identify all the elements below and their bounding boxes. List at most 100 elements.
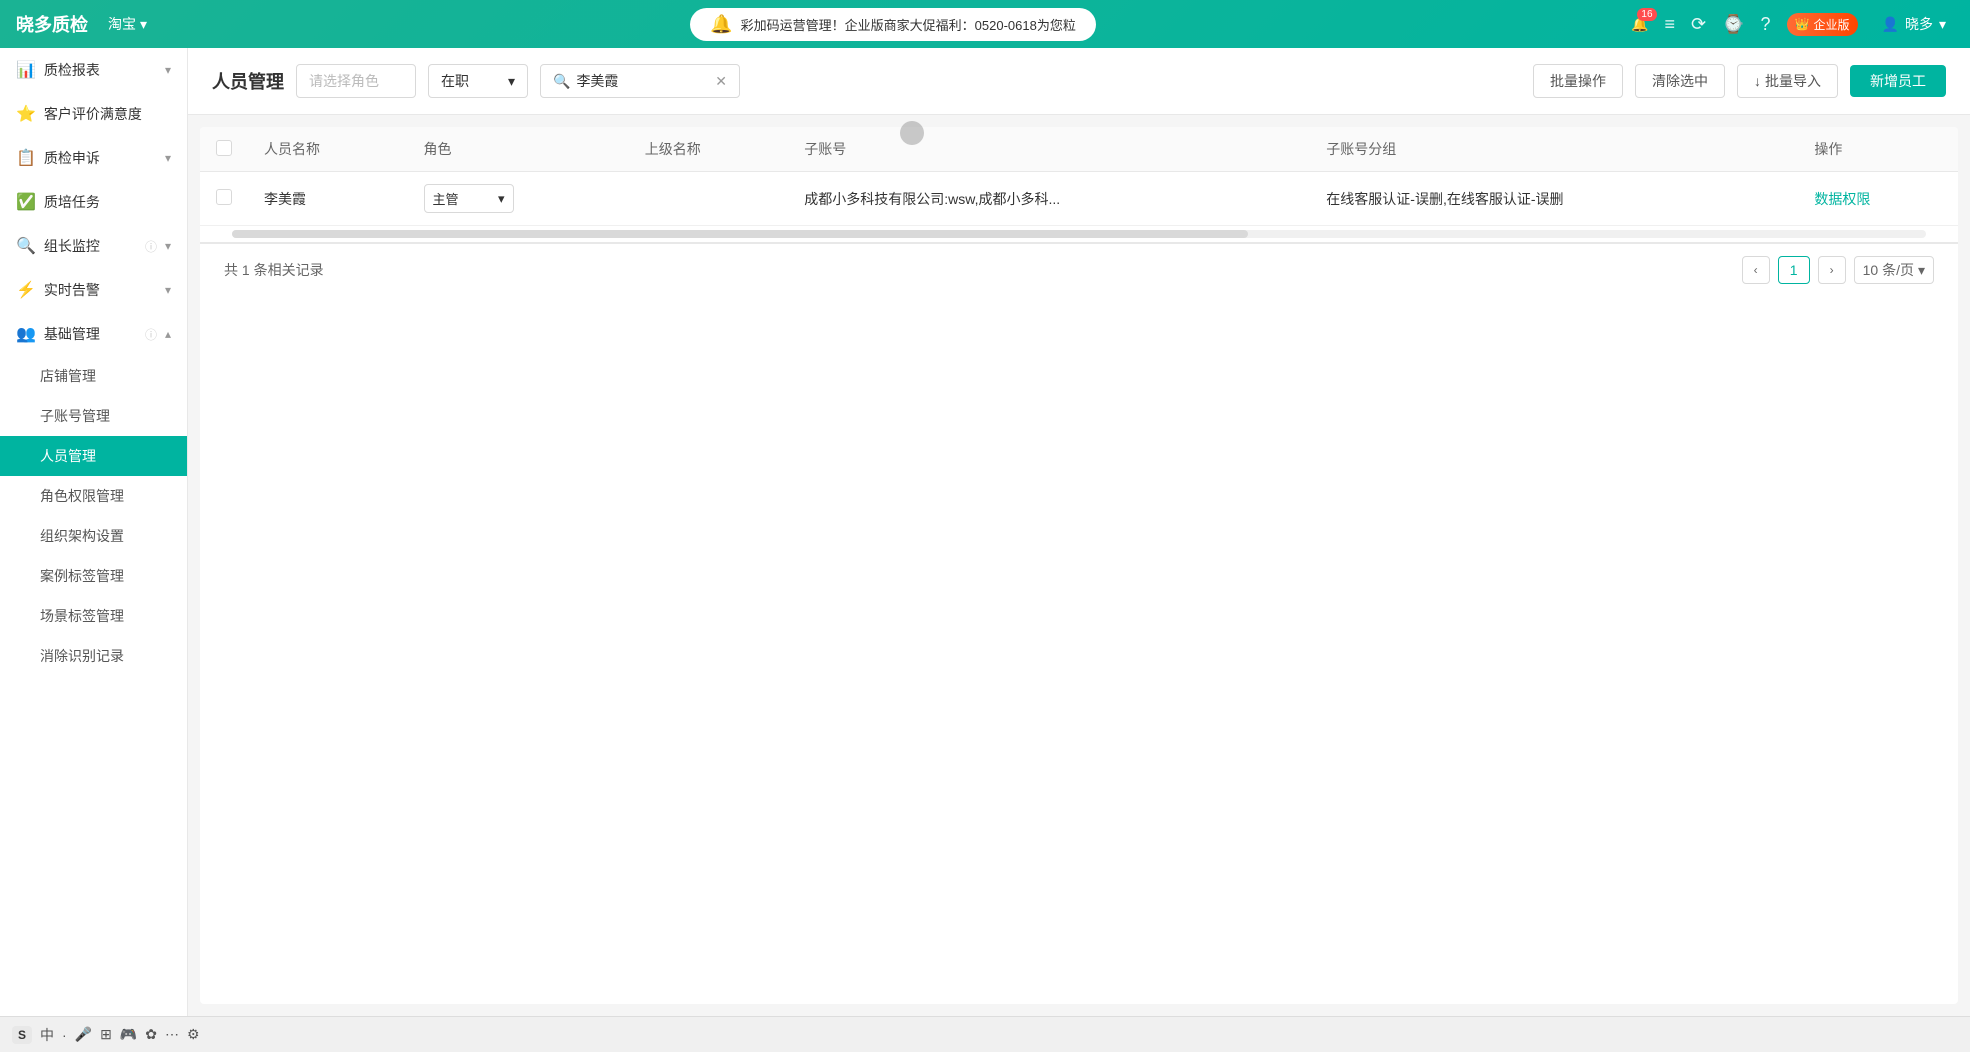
search-clear-icon[interactable]: ✕ — [715, 73, 727, 90]
sidebar-sub-org-structure[interactable]: 组织架构设置 — [0, 516, 187, 556]
th-role: 角色 — [408, 127, 629, 172]
nav-taobao[interactable]: 淘宝 ▾ — [100, 10, 155, 38]
sidebar-item-training-task[interactable]: ✅ 质培任务 — [0, 180, 187, 224]
sub-account-group-value: 在线客服认证-误删,在线客服认证-误删 — [1326, 191, 1563, 207]
enterprise-icon: 👑 — [1795, 17, 1810, 31]
batch-import-button[interactable]: ↓ 批量导入 — [1737, 64, 1838, 98]
role-filter-placeholder: 请选择角色 — [309, 73, 379, 89]
nav-taobao-label: 淘宝 — [108, 14, 136, 34]
search-icon: 🔍 — [553, 73, 570, 90]
ime-icon-mic[interactable]: 🎤 — [75, 1026, 92, 1043]
content-area: 人员管理 请选择角色 在职 ▾ 🔍 李美霞 ✕ 批量操作 清除选中 ↓ 批量导入… — [188, 48, 1970, 1016]
batch-operation-button[interactable]: 批量操作 — [1533, 64, 1623, 98]
next-page-button[interactable]: › — [1818, 256, 1846, 284]
th-sub-account-group: 子账号分组 — [1310, 127, 1798, 172]
sidebar-sub-scene-tags[interactable]: 场景标签管理 — [0, 596, 187, 636]
horizontal-scrollbar[interactable] — [232, 230, 1926, 238]
quality-report-arrow: ▾ — [165, 63, 171, 77]
topbar: 晓多质检 淘宝 ▾ 🔔 彩加码运营管理！企业版商家大促福利：0520-0618为… — [0, 0, 1970, 48]
sidebar-item-training-task-label: 质培任务 — [44, 192, 171, 212]
row-name: 李美霞 — [248, 172, 408, 226]
notification-count: 16 — [1637, 8, 1656, 21]
user-area[interactable]: 👤 晓多 ▾ — [1874, 10, 1954, 38]
sidebar-item-group-monitor-label: 组长监控 — [44, 236, 133, 256]
sidebar-item-realtime-alert[interactable]: ⚡ 实时告警 ▾ — [0, 268, 187, 312]
sidebar-sub-shop-mgmt-label: 店铺管理 — [40, 368, 96, 384]
sidebar-sub-staff-mgmt[interactable]: 人员管理 — [0, 436, 187, 476]
search-box[interactable]: 🔍 李美霞 ✕ — [540, 64, 740, 98]
enterprise-label: 企业版 — [1814, 16, 1850, 33]
sidebar-sub-role-permission-label: 角色权限管理 — [40, 488, 124, 504]
nav-taobao-arrow: ▾ — [140, 16, 147, 33]
row-role: 主管 ▾ — [408, 172, 629, 226]
app-logo: 晓多质检 — [16, 11, 88, 37]
sidebar-item-basic-mgmt-label: 基础管理 — [44, 324, 133, 344]
ime-icon-zh[interactable]: 中 — [40, 1025, 54, 1045]
help-icon[interactable]: ? — [1761, 14, 1771, 35]
refresh-icon[interactable]: ⟳ — [1691, 14, 1706, 35]
prev-page-button[interactable]: ‹ — [1742, 256, 1770, 284]
promo-banner[interactable]: 🔔 彩加码运营管理！企业版商家大促福利：0520-0618为您粒 — [690, 8, 1096, 41]
group-monitor-info-icon: ⓘ — [145, 238, 157, 255]
menu-icon[interactable]: ≡ — [1665, 14, 1676, 35]
scroll-thumb — [232, 230, 1248, 238]
sidebar-sub-staff-mgmt-label: 人员管理 — [40, 448, 96, 464]
topbar-actions: 🔔 16 ≡ ⟳ ⌚ ? 👑 企业版 👤 晓多 ▾ — [1631, 10, 1954, 38]
pagination-area: 共 1 条相关记录 ‹ 1 › 10 条/页 ▾ — [200, 243, 1958, 296]
history-icon[interactable]: ⌚ — [1722, 14, 1744, 35]
sidebar-sub-silent-recognition[interactable]: 消除识别记录 — [0, 636, 187, 676]
sub-account-value: 成都小多科技有限公司:wsw,成都小多科... — [804, 191, 1060, 207]
sidebar-item-customer-satisfaction[interactable]: ⭐ 客户评价满意度 — [0, 92, 187, 136]
sidebar-sub-case-tags[interactable]: 案例标签管理 — [0, 556, 187, 596]
sidebar-sub-sub-account[interactable]: 子账号管理 — [0, 396, 187, 436]
role-select-dropdown[interactable]: 主管 ▾ — [424, 184, 514, 213]
sidebar-item-group-monitor[interactable]: 🔍 组长监控 ⓘ ▾ — [0, 224, 187, 268]
header-checkbox[interactable] — [216, 140, 232, 156]
sidebar-item-quality-complaint[interactable]: 📋 质检申诉 ▾ — [0, 136, 187, 180]
th-sub-account: 子账号 — [788, 127, 1310, 172]
customer-satisfaction-icon: ⭐ — [16, 104, 36, 124]
notification-bell[interactable]: 🔔 16 — [1631, 16, 1648, 33]
training-task-icon: ✅ — [16, 192, 36, 212]
table-scroll[interactable]: 人员名称 角色 上级名称 子账号 — [200, 127, 1958, 243]
sidebar-item-customer-satisfaction-label: 客户评价满意度 — [44, 104, 171, 124]
table-area: 人员名称 角色 上级名称 子账号 — [200, 127, 1958, 1004]
per-page-selector[interactable]: 10 条/页 ▾ — [1854, 256, 1934, 284]
status-filter-arrow: ▾ — [508, 73, 515, 90]
ime-icon-star[interactable]: ✿ — [145, 1026, 157, 1043]
group-monitor-arrow: ▾ — [165, 239, 171, 253]
role-filter[interactable]: 请选择角色 — [296, 64, 416, 98]
current-page-input[interactable]: 1 — [1778, 256, 1810, 284]
sidebar-sub-role-permission[interactable]: 角色权限管理 — [0, 476, 187, 516]
user-name: 晓多 — [1905, 14, 1933, 34]
ime-icon-settings[interactable]: ⚙ — [187, 1026, 200, 1043]
staff-name: 李美霞 — [264, 191, 306, 207]
sidebar-item-quality-report[interactable]: 📊 质检报表 ▾ — [0, 48, 187, 92]
sidebar-sub-org-structure-label: 组织架构设置 — [40, 528, 124, 544]
import-arrow-icon: ↓ — [1754, 73, 1761, 89]
per-page-arrow: ▾ — [1918, 262, 1925, 279]
th-superior-label: 上级名称 — [645, 141, 701, 157]
ime-icon-game[interactable]: 🎮 — [120, 1026, 137, 1043]
ime-icon-grid[interactable]: ⊞ — [100, 1026, 112, 1043]
per-page-value: 10 条/页 — [1863, 260, 1914, 280]
sidebar-sub-case-tags-label: 案例标签管理 — [40, 568, 124, 584]
promo-icon: 🔔 — [710, 14, 732, 35]
staff-table: 人员名称 角色 上级名称 子账号 — [200, 127, 1958, 226]
enterprise-badge[interactable]: 👑 企业版 — [1787, 13, 1858, 36]
sidebar-sub-scene-tags-label: 场景标签管理 — [40, 608, 124, 624]
data-permission-link[interactable]: 数据权限 — [1814, 191, 1870, 207]
ime-icon-dot[interactable]: · — [62, 1027, 67, 1043]
ime-icon-dots[interactable]: ⋯ — [165, 1026, 179, 1043]
add-staff-button[interactable]: 新增员工 — [1850, 65, 1946, 97]
sidebar-sub-shop-mgmt[interactable]: 店铺管理 — [0, 356, 187, 396]
clear-select-button[interactable]: 清除选中 — [1635, 64, 1725, 98]
row-checkbox[interactable] — [216, 189, 232, 205]
quality-complaint-icon: 📋 — [16, 148, 36, 168]
quality-complaint-arrow: ▾ — [165, 151, 171, 165]
sidebar-item-basic-mgmt[interactable]: 👥 基础管理 ⓘ ▴ — [0, 312, 187, 356]
content-header: 人员管理 请选择角色 在职 ▾ 🔍 李美霞 ✕ 批量操作 清除选中 ↓ 批量导入… — [188, 48, 1970, 115]
status-filter[interactable]: 在职 ▾ — [428, 64, 528, 98]
topbar-center: 🔔 彩加码运营管理！企业版商家大促福利：0520-0618为您粒 — [167, 8, 1619, 41]
basic-mgmt-arrow: ▴ — [165, 327, 171, 341]
